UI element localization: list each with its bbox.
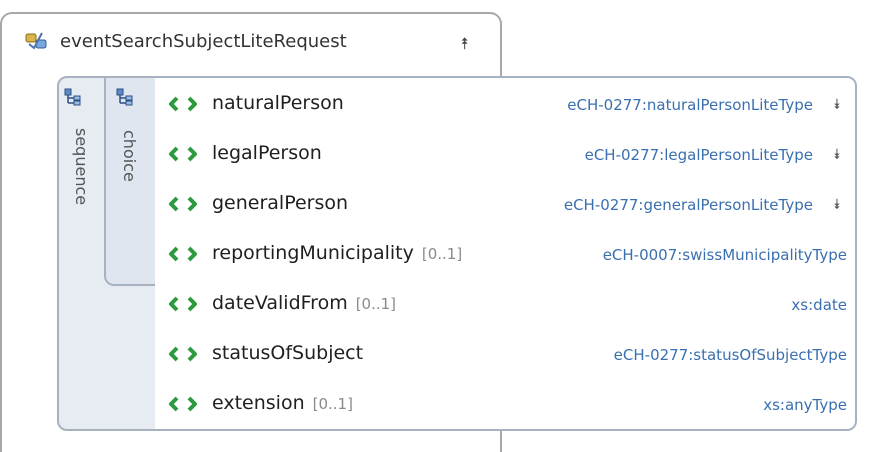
double-chevron-down-icon[interactable]: ⯯: [833, 148, 841, 162]
element-row-extension[interactable]: extension [0..1] xs:anyType: [155, 384, 855, 424]
element-type[interactable]: eCH-0007:swissMunicipalityType: [603, 246, 847, 264]
element-name: reportingMunicipality: [212, 242, 414, 264]
element-row-dateValidFrom[interactable]: dateValidFrom [0..1] xs:date: [155, 284, 855, 324]
element-type[interactable]: eCH-0277:statusOfSubjectType: [614, 346, 847, 364]
double-chevron-down-icon[interactable]: ⯯: [833, 198, 841, 212]
element-type[interactable]: eCH-0277:legalPersonLiteType: [585, 146, 813, 164]
type-header: eventSearchSubjectLiteRequest: [24, 26, 347, 56]
element-type[interactable]: eCH-0277:generalPersonLiteType: [564, 196, 813, 214]
element-type[interactable]: xs:date: [791, 296, 847, 314]
element-row-naturalPerson[interactable]: naturalPerson eCH-0277:naturalPersonLite…: [155, 84, 855, 124]
complex-type-icon: [25, 32, 47, 50]
double-chevron-down-icon[interactable]: ⯯: [833, 98, 841, 112]
element-icon: [169, 196, 197, 212]
element-icon: [169, 96, 197, 112]
element-icon: [169, 246, 197, 262]
element-list: naturalPerson eCH-0277:naturalPersonLite…: [155, 78, 855, 429]
element-name: naturalPerson: [212, 92, 344, 114]
type-name: eventSearchSubjectLiteRequest: [60, 30, 347, 52]
cardinality: [0..1]: [312, 395, 353, 413]
element-icon: [169, 146, 197, 162]
element-row-legalPerson[interactable]: legalPerson eCH-0277:legalPersonLiteType…: [155, 134, 855, 174]
sequence-icon: [64, 88, 81, 106]
element-name: legalPerson: [212, 142, 322, 164]
element-type[interactable]: xs:anyType: [763, 396, 847, 414]
choice-icon: [116, 88, 133, 106]
cardinality: [0..1]: [421, 245, 463, 263]
element-icon: [169, 296, 197, 312]
element-name: generalPerson: [212, 192, 349, 214]
element-row-generalPerson[interactable]: generalPerson eCH-0277:generalPersonLite…: [155, 184, 855, 224]
cardinality: [0..1]: [355, 295, 397, 313]
element-row-statusOfSubject[interactable]: statusOfSubject eCH-0277:statusOfSubject…: [155, 334, 855, 374]
element-type[interactable]: eCH-0277:naturalPersonLiteType: [567, 96, 813, 114]
element-name: extension: [212, 392, 305, 414]
element-name: dateValidFrom: [212, 292, 348, 314]
sequence-label: sequence: [72, 128, 91, 206]
choice-label: choice: [120, 130, 139, 182]
double-chevron-up-icon[interactable]: ⯭: [460, 36, 470, 52]
element-row-reportingMunicipality[interactable]: reportingMunicipality [0..1] eCH-0007:swi…: [155, 234, 855, 274]
element-icon: [169, 396, 197, 412]
element-name: statusOfSubject: [212, 342, 364, 364]
element-icon: [169, 346, 197, 362]
